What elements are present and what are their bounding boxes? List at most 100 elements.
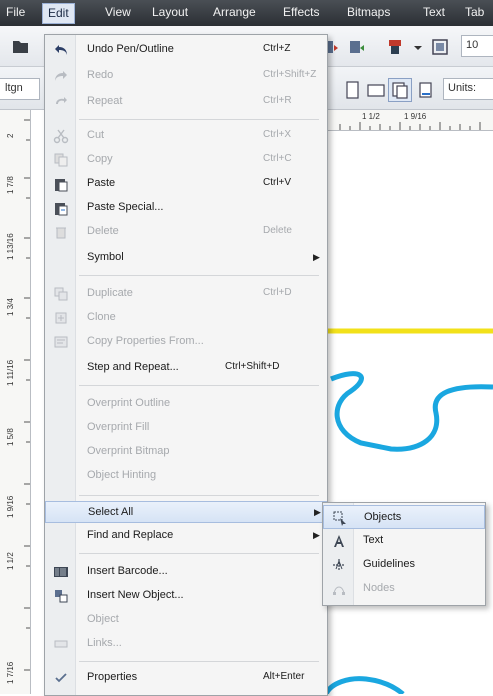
menu-item-cut[interactable]: Cut Ctrl+X <box>45 125 327 147</box>
menu-edit[interactable]: Edit <box>42 3 75 24</box>
menu-bitmaps[interactable]: Bitmaps <box>347 5 390 19</box>
open-icon[interactable] <box>8 34 32 58</box>
submenu-arrow-icon: ▶ <box>313 530 320 540</box>
menu-table[interactable]: Tab <box>465 5 484 19</box>
menu-item-label: Insert New Object... <box>87 589 184 601</box>
menu-text[interactable]: Text <box>423 5 445 19</box>
menu-item-shortcut: Ctrl+Shift+D <box>225 361 280 372</box>
menu-item-copy-properties[interactable]: Copy Properties From... <box>45 331 327 353</box>
ruler-label: 1 11/16 <box>6 359 15 386</box>
menu-item-links[interactable]: Links... <box>45 633 327 655</box>
submenu-item-text[interactable]: Text <box>323 529 485 553</box>
vertical-ruler[interactable]: 2 1 7/8 1 13/16 1 3/4 1 11/16 1 5/8 1 9/… <box>0 110 31 694</box>
menu-item-label: Overprint Outline <box>87 397 171 409</box>
menu-item-label: Repeat <box>87 95 123 107</box>
menu-item-label: Object <box>87 613 119 625</box>
menu-item-copy[interactable]: Copy Ctrl+C <box>45 149 327 171</box>
page-size-field[interactable]: ltgn <box>0 78 40 100</box>
ruler-label: 1 3/4 <box>6 298 15 316</box>
menu-item-label: Cut <box>87 129 105 141</box>
zoom-level-field[interactable]: 10 <box>461 35 493 57</box>
delete-icon <box>53 224 69 240</box>
menu-item-properties[interactable]: Properties Alt+Enter <box>45 667 327 689</box>
guidelines-icon <box>331 557 347 573</box>
publish-pdf-icon[interactable] <box>384 35 408 59</box>
submenu-item-objects[interactable]: Objects <box>323 505 485 529</box>
menu-layout[interactable]: Layout <box>152 5 188 19</box>
units-field[interactable]: Units: <box>443 78 493 100</box>
menu-item-clone[interactable]: Clone <box>45 307 327 329</box>
menu-item-shortcut: Ctrl+Z <box>263 43 291 54</box>
menu-item-delete[interactable]: Delete Delete <box>45 221 327 243</box>
menu-effects[interactable]: Effects <box>283 5 319 19</box>
submenu-arrow-icon: ▶ <box>313 252 320 262</box>
menu-item-select-all[interactable]: Select All ▶ <box>45 501 327 523</box>
links-icon <box>53 636 69 652</box>
menu-item-paste-special[interactable]: Paste Special... <box>45 197 327 219</box>
portrait-icon[interactable] <box>340 78 364 102</box>
menu-item-shortcut: Ctrl+Shift+Z <box>263 69 317 80</box>
menu-item-overprint-outline[interactable]: Overprint Outline <box>45 393 327 415</box>
cut-icon <box>53 128 69 144</box>
ruler-label: 1 13/16 <box>6 233 15 260</box>
menu-item-label: Insert Barcode... <box>87 565 168 577</box>
redo-icon <box>53 68 69 84</box>
landscape-icon[interactable] <box>364 78 388 102</box>
menu-item-label: Overprint Bitmap <box>87 445 170 457</box>
menu-separator <box>79 553 319 554</box>
menu-item-step-and-repeat[interactable]: Step and Repeat... Ctrl+Shift+D <box>45 357 327 379</box>
menu-separator <box>79 661 319 662</box>
zoom-level-value: 10 <box>466 39 479 51</box>
menu-item-overprint-bitmap[interactable]: Overprint Bitmap <box>45 441 327 463</box>
ruler-label: 1 7/8 <box>6 176 15 194</box>
menu-separator <box>79 119 319 120</box>
current-page-icon[interactable] <box>414 78 438 102</box>
menu-item-label: Links... <box>87 637 122 649</box>
menu-item-undo[interactable]: Undo Pen/Outline Ctrl+Z <box>45 39 327 61</box>
menu-item-symbol[interactable]: Symbol ▶ <box>45 247 327 269</box>
menu-item-object-hinting[interactable]: Object Hinting <box>45 465 327 487</box>
ruler-label: 1 1/2 <box>6 552 15 570</box>
menu-item-find-and-replace[interactable]: Find and Replace ▶ <box>45 525 327 547</box>
menu-item-label: Copy Properties From... <box>87 335 204 347</box>
menu-item-shortcut: Ctrl+X <box>263 129 292 140</box>
ruler-label: 1 9/16 <box>404 112 427 121</box>
menu-bar: File Edit View Layout Arrange Effects Bi… <box>0 0 493 26</box>
menu-item-insert-barcode[interactable]: Insert Barcode... <box>45 561 327 583</box>
text-icon <box>331 533 347 549</box>
menu-separator <box>79 495 319 496</box>
menu-arrange[interactable]: Arrange <box>213 5 256 19</box>
menu-item-label: Find and Replace <box>87 529 174 541</box>
menu-item-shortcut: Alt+Enter <box>263 671 305 682</box>
application-launcher-icon[interactable] <box>428 35 452 59</box>
menu-item-shortcut: Ctrl+R <box>263 95 292 106</box>
menu-item-redo[interactable]: Redo Ctrl+Shift+Z <box>45 65 327 87</box>
menu-item-label: Symbol <box>87 251 124 263</box>
menu-item-object[interactable]: Object <box>45 609 327 631</box>
menu-item-paste[interactable]: Paste Ctrl+V <box>45 173 327 195</box>
blue-curve-shape-bottom <box>323 676 405 694</box>
menu-view[interactable]: View <box>105 5 131 19</box>
page-size-value: ltgn <box>5 82 23 94</box>
submenu-item-nodes[interactable]: Nodes <box>323 577 485 601</box>
export-icon[interactable] <box>345 35 369 59</box>
select-all-submenu: Objects Text Guidelines Nodes <box>322 502 486 606</box>
ruler-label: 2 <box>6 133 15 138</box>
submenu-item-guidelines[interactable]: Guidelines <box>323 553 485 577</box>
chevron-down-icon[interactable] <box>406 35 430 59</box>
undo-icon <box>53 42 69 58</box>
menu-item-shortcut: Ctrl+D <box>263 287 292 298</box>
menu-item-overprint-fill[interactable]: Overprint Fill <box>45 417 327 439</box>
all-pages-icon[interactable] <box>388 78 412 102</box>
menu-item-label: Properties <box>87 671 138 683</box>
horizontal-ruler[interactable]: 1 1/2 1 9/16 <box>320 110 493 131</box>
copy-properties-icon <box>53 334 69 350</box>
menu-separator <box>79 275 319 276</box>
menu-item-insert-new-object[interactable]: Insert New Object... <box>45 585 327 607</box>
menu-item-label: Undo Pen/Outline <box>87 43 174 55</box>
insert-object-icon <box>53 588 69 604</box>
menu-item-repeat[interactable]: Repeat Ctrl+R <box>45 91 327 113</box>
menu-item-shortcut: Ctrl+C <box>263 153 292 164</box>
menu-item-duplicate[interactable]: Duplicate Ctrl+D <box>45 283 327 305</box>
menu-file[interactable]: File <box>6 5 25 19</box>
